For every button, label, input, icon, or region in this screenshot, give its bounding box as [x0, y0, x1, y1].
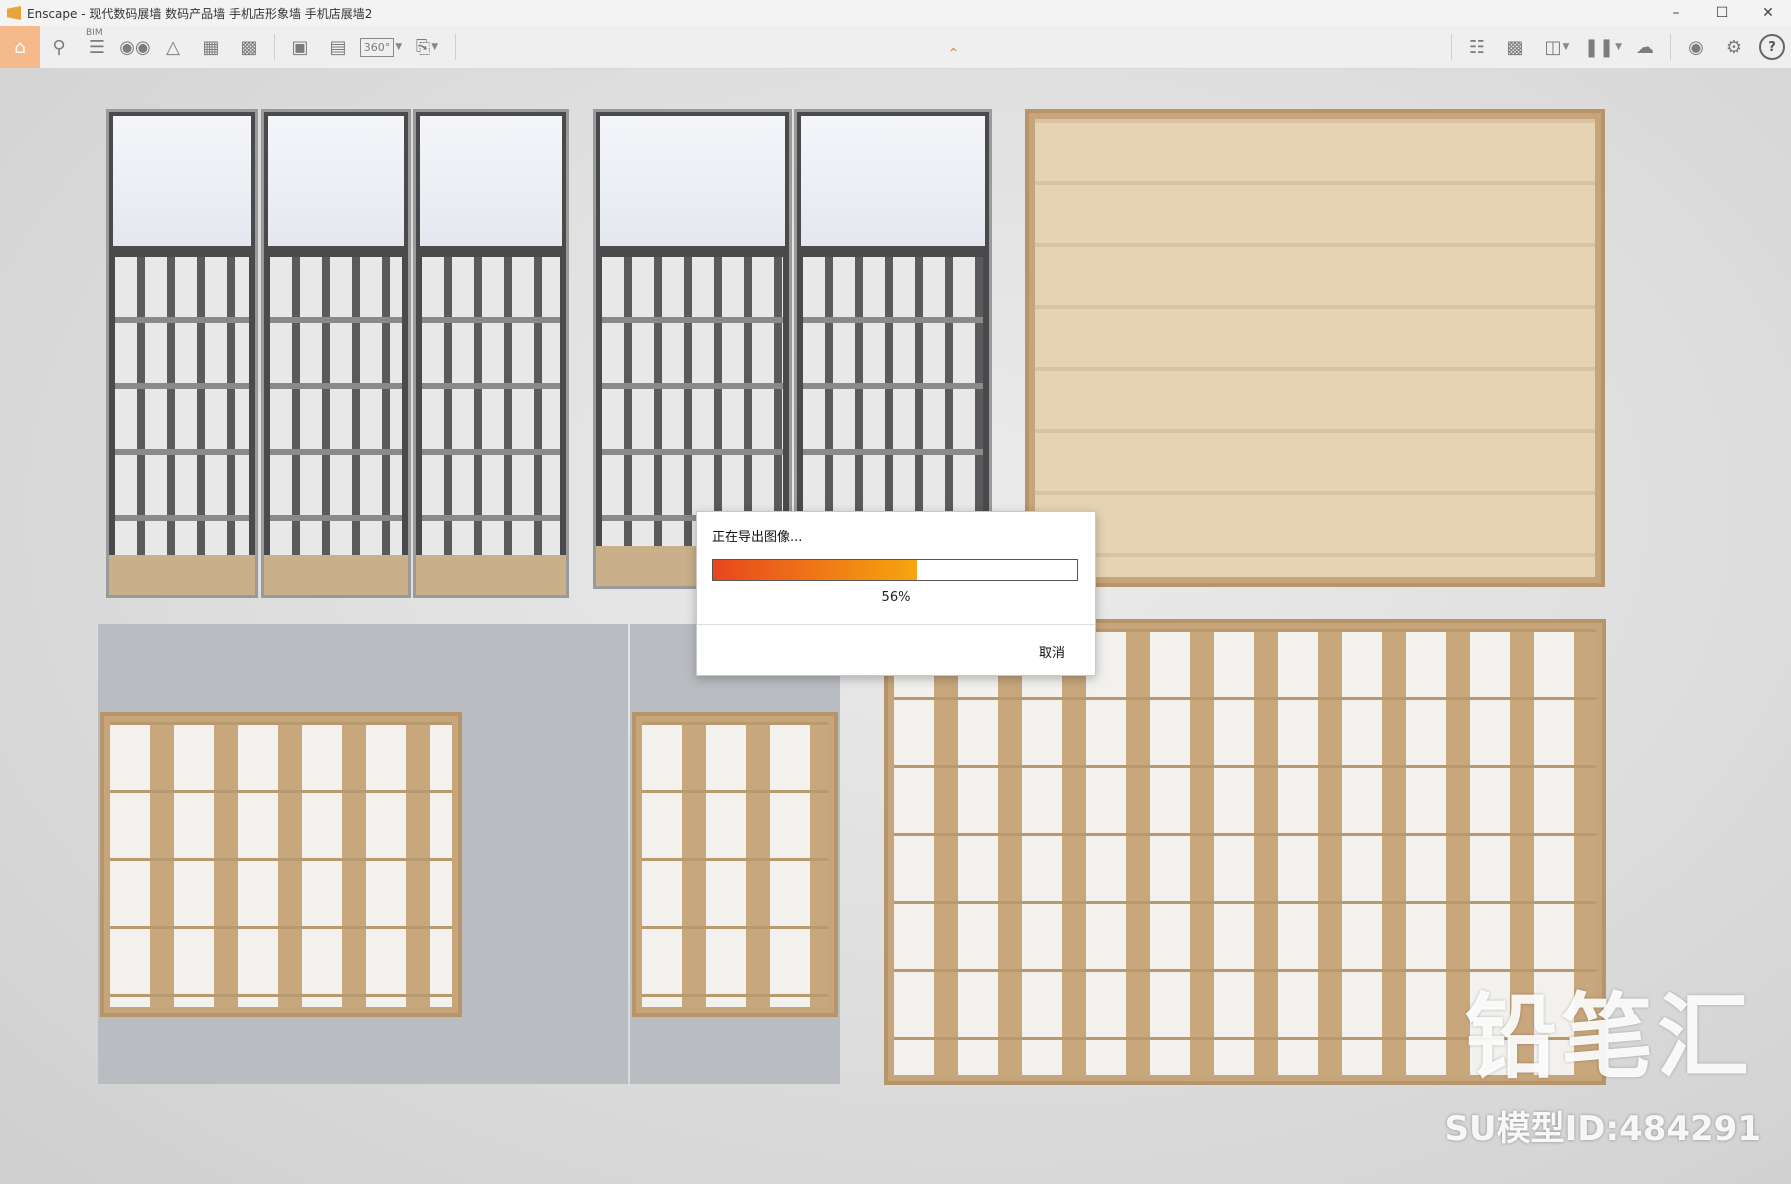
map-button[interactable]: ☷ — [1458, 27, 1496, 67]
visibility-icon: ◉ — [1688, 36, 1704, 58]
wood-shelf-unit — [632, 712, 838, 1017]
main-toolbar: ⌂ ⚲ BIM ☰ ◉◉ △ ▦ ▩ ▣ ▤ 360° ▼ ⎘ ▼ ⌃ ☷ ▩ … — [0, 26, 1791, 69]
product-pegboard — [270, 257, 402, 555]
progress-percent: 56% — [881, 590, 911, 605]
display-rack — [413, 109, 569, 598]
product-banner-image — [113, 116, 251, 246]
panorama-360-icon: 360° — [359, 37, 395, 57]
export-exe-icon: ⎘ — [415, 36, 431, 58]
library-icon: ❚❚ — [1583, 36, 1615, 58]
chevron-down-icon[interactable]: ▼ — [431, 42, 438, 52]
help-icon: ? — [1759, 34, 1785, 60]
cube-icon: ◫ — [1544, 36, 1562, 58]
shelf-compartments — [642, 722, 828, 1007]
minimize-button[interactable]: – — [1653, 0, 1699, 26]
buildings-icon: ▦ — [202, 36, 220, 58]
maximize-button[interactable]: ☐ — [1699, 0, 1745, 26]
dialog-divider — [697, 624, 1095, 625]
product-pegboard — [602, 257, 783, 546]
buildings-button[interactable]: ▦ — [192, 27, 230, 67]
cube-button[interactable]: ◫ ▼ — [1534, 27, 1580, 67]
help-button[interactable]: ? — [1753, 27, 1791, 67]
toolbar-divider — [455, 34, 456, 60]
toolbar-divider — [1451, 34, 1452, 60]
progress-bar-fill — [713, 560, 917, 580]
home-button[interactable]: ⌂ — [0, 26, 40, 68]
close-button[interactable]: ✕ — [1745, 0, 1791, 26]
shelf-compartments — [110, 722, 452, 1007]
progress-bar — [712, 559, 1078, 581]
chevron-down-icon[interactable]: ▼ — [395, 42, 402, 52]
product-pegboard — [422, 257, 560, 555]
wood-shelf-unit — [100, 712, 462, 1017]
chevron-down-icon[interactable]: ▼ — [1563, 42, 1570, 52]
wood-shelf-unit — [1025, 109, 1605, 587]
settings-icon: ⚙ — [1725, 36, 1743, 58]
product-pegboard — [803, 257, 983, 546]
chevron-down-icon[interactable]: ▼ — [1615, 42, 1622, 52]
walk-mode-button[interactable]: ◉◉ — [116, 27, 154, 67]
video-editor-button[interactable]: ▩ — [230, 27, 268, 67]
toolbar-spacer: ⌃ — [462, 26, 1445, 68]
display-rack — [106, 109, 258, 598]
cloud-upload-icon: ☁ — [1636, 36, 1654, 58]
bim-label: BIM — [86, 28, 103, 38]
product-pegboard — [115, 257, 249, 555]
asset-library-icon: △ — [166, 36, 180, 58]
enscape-logo-icon — [7, 6, 21, 20]
views-icon: ▩ — [1506, 36, 1524, 58]
window-controls: – ☐ ✕ — [1653, 0, 1791, 26]
product-banner-image — [801, 116, 985, 246]
product-banner-image — [600, 116, 785, 246]
export-button[interactable]: ⎘ ▼ — [405, 27, 449, 67]
batch-render-icon: ▤ — [329, 36, 347, 58]
list-icon: ☰ — [88, 36, 106, 58]
rack-base — [109, 555, 255, 595]
map-icon: ☷ — [1468, 36, 1486, 58]
model-id-watermark: SU模型ID:484291 — [1444, 1109, 1761, 1149]
panorama-button[interactable]: 360° ▼ — [357, 27, 405, 67]
title-bar: Enscape - 现代数码展墙 数码产品墙 手机店形象墙 手机店展墙2 – ☐… — [0, 0, 1791, 26]
upload-button[interactable]: ☁ — [1626, 27, 1664, 67]
batch-render-button[interactable]: ▤ — [319, 27, 357, 67]
library-button[interactable]: ❚❚ ▼ — [1580, 27, 1626, 67]
location-button[interactable]: ⚲ — [40, 27, 78, 67]
location-pin-icon: ⚲ — [52, 36, 66, 58]
toolbar-divider — [1670, 34, 1671, 60]
product-banner-image — [268, 116, 404, 246]
views-button[interactable]: ▩ — [1496, 27, 1534, 67]
display-rack — [261, 109, 411, 598]
clapboard-icon: ▩ — [240, 36, 258, 58]
shelf-compartments — [1035, 119, 1595, 577]
dialog-title: 正在导出图像... — [712, 530, 803, 545]
bim-button[interactable]: BIM ☰ — [78, 27, 116, 67]
export-progress-dialog: 正在导出图像... 56% 取消 — [696, 511, 1096, 676]
collapse-toolbar-icon[interactable]: ⌃ — [948, 46, 960, 62]
home-icon: ⌂ — [14, 36, 26, 58]
screenshot-button[interactable]: ▣ — [281, 27, 319, 67]
product-banner-image — [420, 116, 562, 246]
binoculars-icon: ◉◉ — [119, 36, 151, 58]
brand-watermark: 铅笔汇 — [1464, 984, 1753, 1091]
toolbar-divider — [274, 34, 275, 60]
cancel-button[interactable]: 取消 — [1039, 642, 1065, 661]
rack-base — [264, 555, 408, 595]
asset-library-button[interactable]: △ — [154, 27, 192, 67]
settings-button[interactable]: ⚙ — [1715, 27, 1753, 67]
visibility-button[interactable]: ◉ — [1677, 27, 1715, 67]
screenshot-icon: ▣ — [291, 36, 309, 58]
window-title: Enscape - 现代数码展墙 数码产品墙 手机店形象墙 手机店展墙2 — [27, 6, 373, 21]
rack-base — [416, 555, 566, 595]
